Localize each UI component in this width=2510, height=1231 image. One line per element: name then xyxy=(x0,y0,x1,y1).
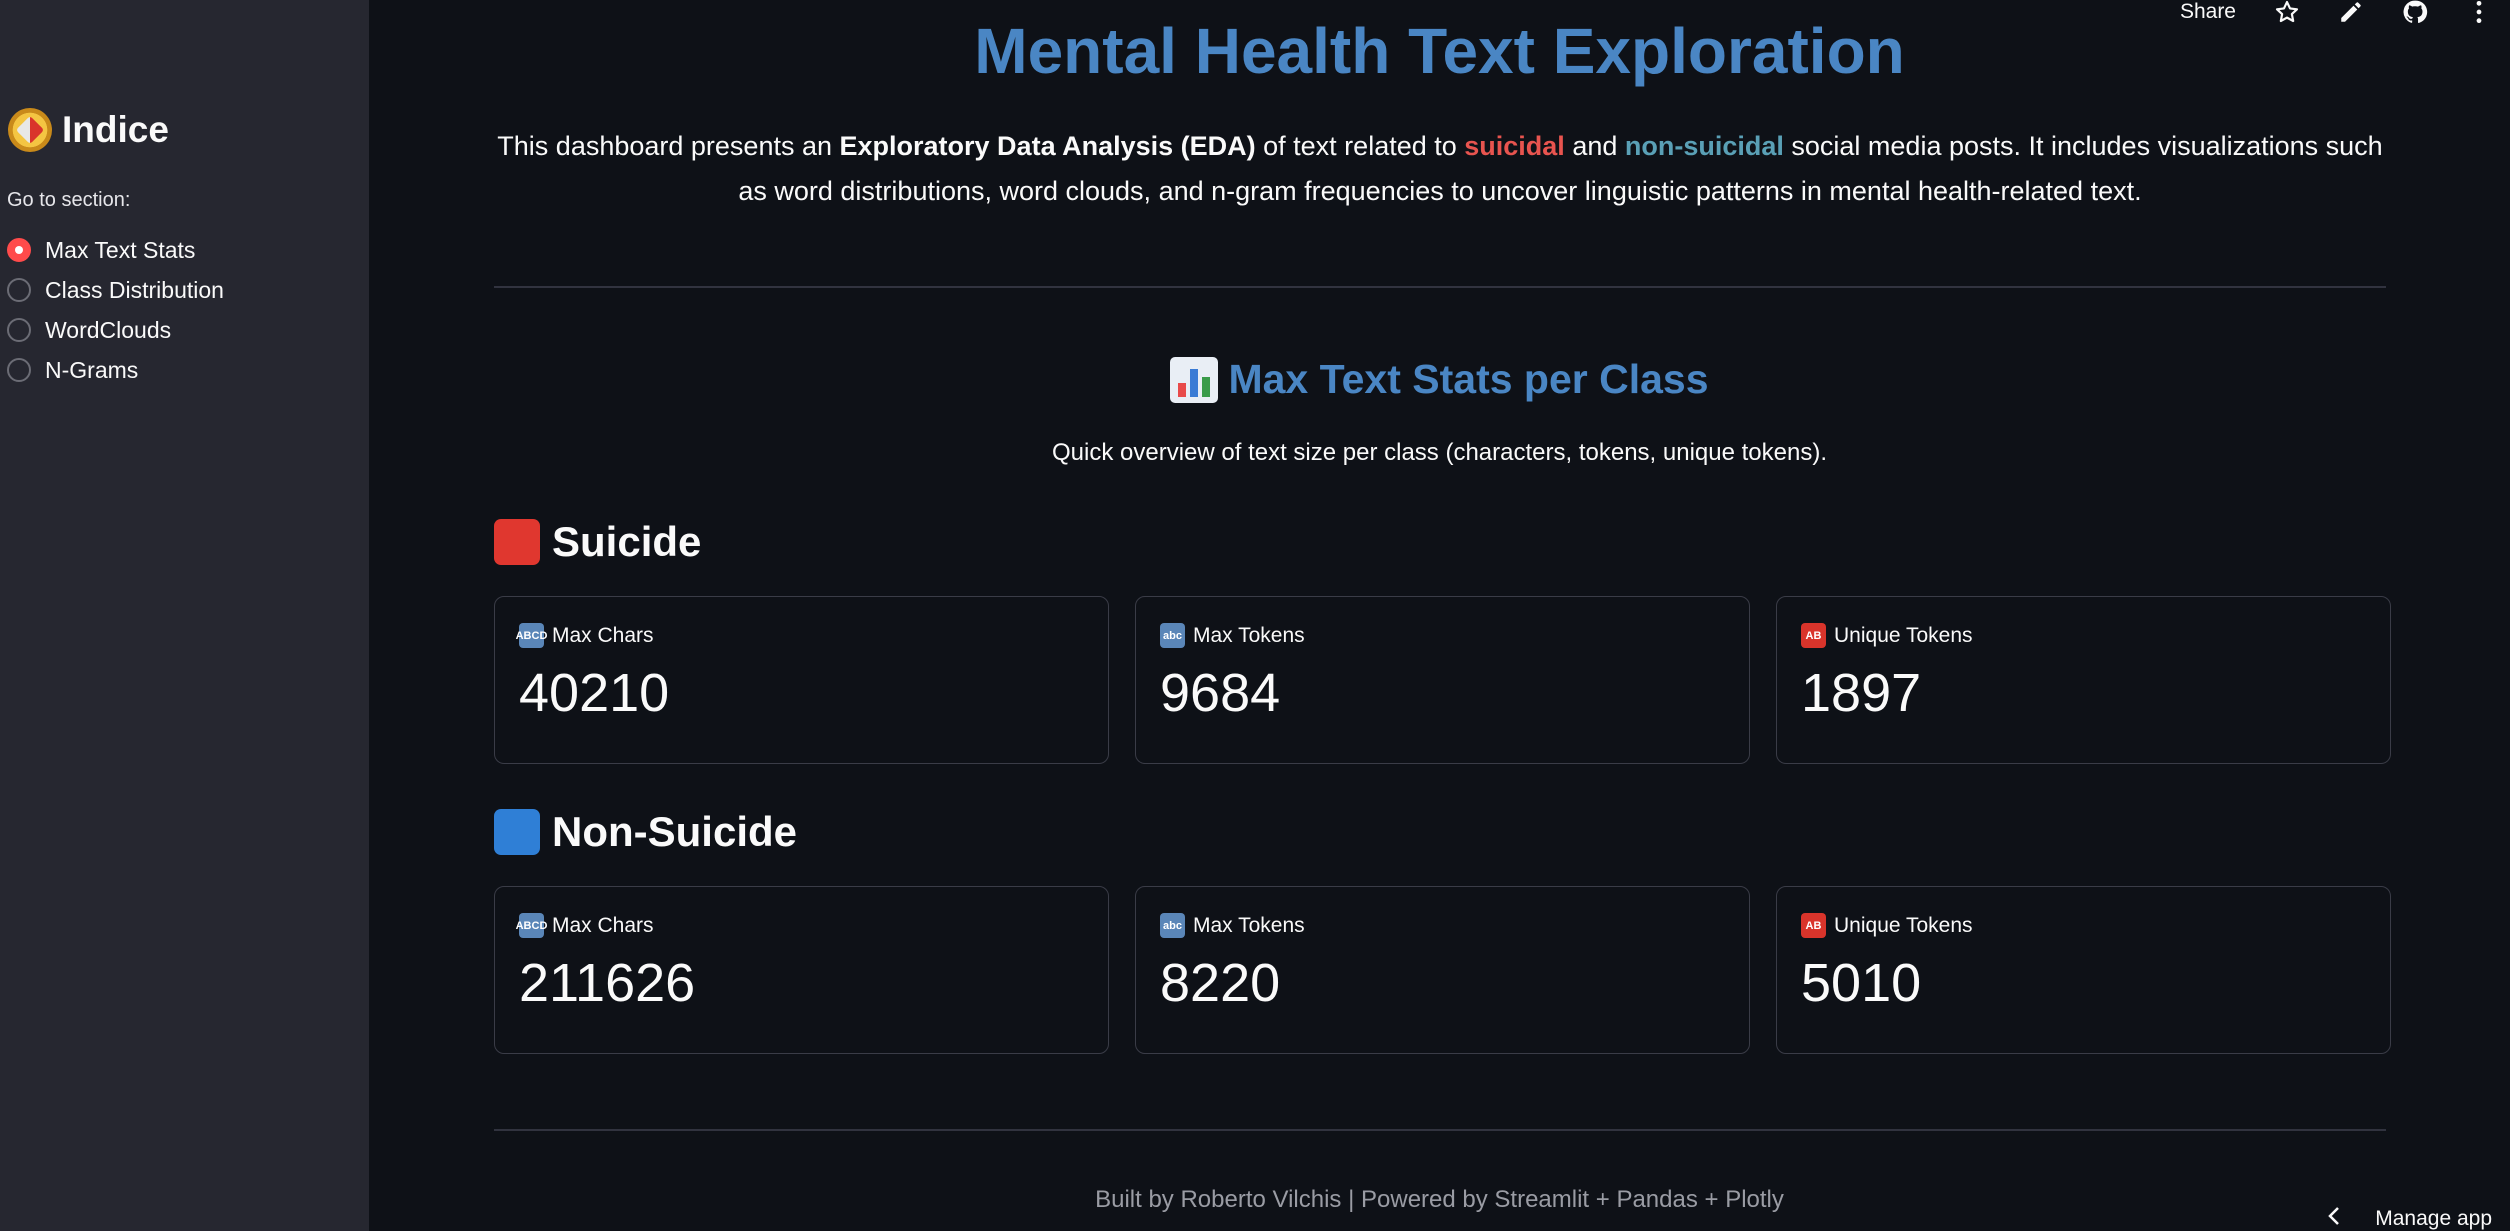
intro-bold: Exploratory Data Analysis (EDA) xyxy=(839,131,1256,161)
divider xyxy=(494,1129,2386,1131)
compass-icon xyxy=(8,108,52,152)
manage-app-button[interactable]: Manage app xyxy=(2327,1206,2492,1231)
footer-credits: Built by Roberto Vilchis | Powered by St… xyxy=(1095,1186,1784,1213)
non-suicidal-highlight: non-suicidal xyxy=(1624,131,1784,161)
top-toolbar: Share xyxy=(2180,0,2510,24)
manage-app-label: Manage app xyxy=(2375,1207,2492,1230)
nav-label: Go to section: xyxy=(7,189,131,211)
blue-square-icon xyxy=(494,809,540,855)
sidebar-title-text: Indice xyxy=(62,109,169,150)
section-title: Max Text Stats per Class xyxy=(369,356,2510,403)
metric-value: 211626 xyxy=(519,953,696,1013)
metric-label-text: Max Tokens xyxy=(1193,913,1305,937)
share-button[interactable]: Share xyxy=(2180,0,2236,24)
intro-text: This dashboard presents an xyxy=(497,131,840,161)
radio-empty-icon[interactable] xyxy=(7,278,31,302)
page-title: Mental Health Text Exploration xyxy=(974,15,1905,87)
metric-label: AB Unique Tokens xyxy=(1801,913,2366,938)
radio-selected-icon[interactable] xyxy=(7,238,31,262)
metrics-row-suicide: ABCD Max Chars 40210 abc Max Tokens 9684… xyxy=(494,596,2391,764)
github-icon[interactable] xyxy=(2402,0,2428,25)
divider xyxy=(494,286,2386,288)
bar-chart-icon xyxy=(1170,356,1219,403)
sidebar: Indice Go to section: Max Text Stats Cla… xyxy=(0,0,369,1231)
class-name: Suicide xyxy=(552,518,702,565)
abcd-input-icon: ABCD xyxy=(516,623,547,648)
more-vertical-icon[interactable] xyxy=(2466,0,2492,25)
metric-value: 1897 xyxy=(1801,663,1922,723)
red-square-icon xyxy=(494,519,540,565)
intro-text: of text related to xyxy=(1255,131,1465,161)
metric-label-text: Max Chars xyxy=(552,913,654,937)
metrics-row-non-suicide: ABCD Max Chars 211626 abc Max Tokens 822… xyxy=(494,886,2391,1054)
metric-label-text: Max Chars xyxy=(552,623,654,647)
ab-button-icon: AB xyxy=(1801,913,1826,938)
abc-input-icon: abc xyxy=(1160,623,1185,648)
radio-label: N-Grams xyxy=(45,356,139,383)
metric-label-text: Unique Tokens xyxy=(1834,913,1973,937)
class-name: Non-Suicide xyxy=(552,808,798,855)
metric-label-text: Unique Tokens xyxy=(1834,623,1973,647)
radio-label: WordClouds xyxy=(45,316,172,343)
metric-value: 8220 xyxy=(1160,953,1281,1013)
main-content: Mental Health Text Exploration This dash… xyxy=(369,0,2510,1231)
radio-empty-icon[interactable] xyxy=(7,318,31,342)
radio-label: Max Text Stats xyxy=(45,236,196,263)
metric-label-text: Max Tokens xyxy=(1193,623,1305,647)
star-icon[interactable] xyxy=(2274,0,2300,25)
metric-value: 9684 xyxy=(1160,663,1281,723)
metric-label: abc Max Tokens xyxy=(1160,623,1725,648)
metric-label: ABCD Max Chars xyxy=(516,623,1084,648)
radio-empty-icon[interactable] xyxy=(7,358,31,382)
section-subtitle: Quick overview of text size per class (c… xyxy=(1052,439,1827,466)
metric-card: abc Max Tokens 8220 xyxy=(1135,886,1750,1054)
section-title-text: Max Text Stats per Class xyxy=(1228,356,1709,402)
chevron-left-icon xyxy=(2327,1206,2341,1231)
abcd-input-icon: ABCD xyxy=(516,913,547,938)
metric-label: AB Unique Tokens xyxy=(1801,623,2366,648)
radio-n-grams[interactable]: N-Grams xyxy=(7,350,224,390)
metric-label: abc Max Tokens xyxy=(1160,913,1725,938)
class-heading-non-suicide: Non-Suicide xyxy=(494,808,797,856)
metric-card: AB Unique Tokens 5010 xyxy=(1776,886,2391,1054)
suicidal-highlight: suicidal xyxy=(1464,131,1565,161)
section-radio-group: Max Text Stats Class Distribution WordCl… xyxy=(7,230,224,390)
radio-label: Class Distribution xyxy=(45,276,224,303)
edit-pencil-icon[interactable] xyxy=(2338,0,2364,25)
metric-card: abc Max Tokens 9684 xyxy=(1135,596,1750,764)
metric-value: 5010 xyxy=(1801,953,1922,1013)
abc-input-icon: abc xyxy=(1160,913,1185,938)
sidebar-title: Indice xyxy=(8,108,169,152)
metric-label: ABCD Max Chars xyxy=(516,913,1084,938)
intro-text: and xyxy=(1564,131,1625,161)
radio-wordclouds[interactable]: WordClouds xyxy=(7,310,224,350)
radio-class-distribution[interactable]: Class Distribution xyxy=(7,270,224,310)
class-heading-suicide: Suicide xyxy=(494,518,701,566)
intro-paragraph: This dashboard presents an Exploratory D… xyxy=(494,124,2386,214)
radio-max-text-stats[interactable]: Max Text Stats xyxy=(7,230,224,270)
ab-button-icon: AB xyxy=(1801,623,1826,648)
metric-card: ABCD Max Chars 211626 xyxy=(494,886,1109,1054)
app-root: Indice Go to section: Max Text Stats Cla… xyxy=(0,0,2510,1231)
metric-card: AB Unique Tokens 1897 xyxy=(1776,596,2391,764)
metric-card: ABCD Max Chars 40210 xyxy=(494,596,1109,764)
metric-value: 40210 xyxy=(519,663,670,723)
